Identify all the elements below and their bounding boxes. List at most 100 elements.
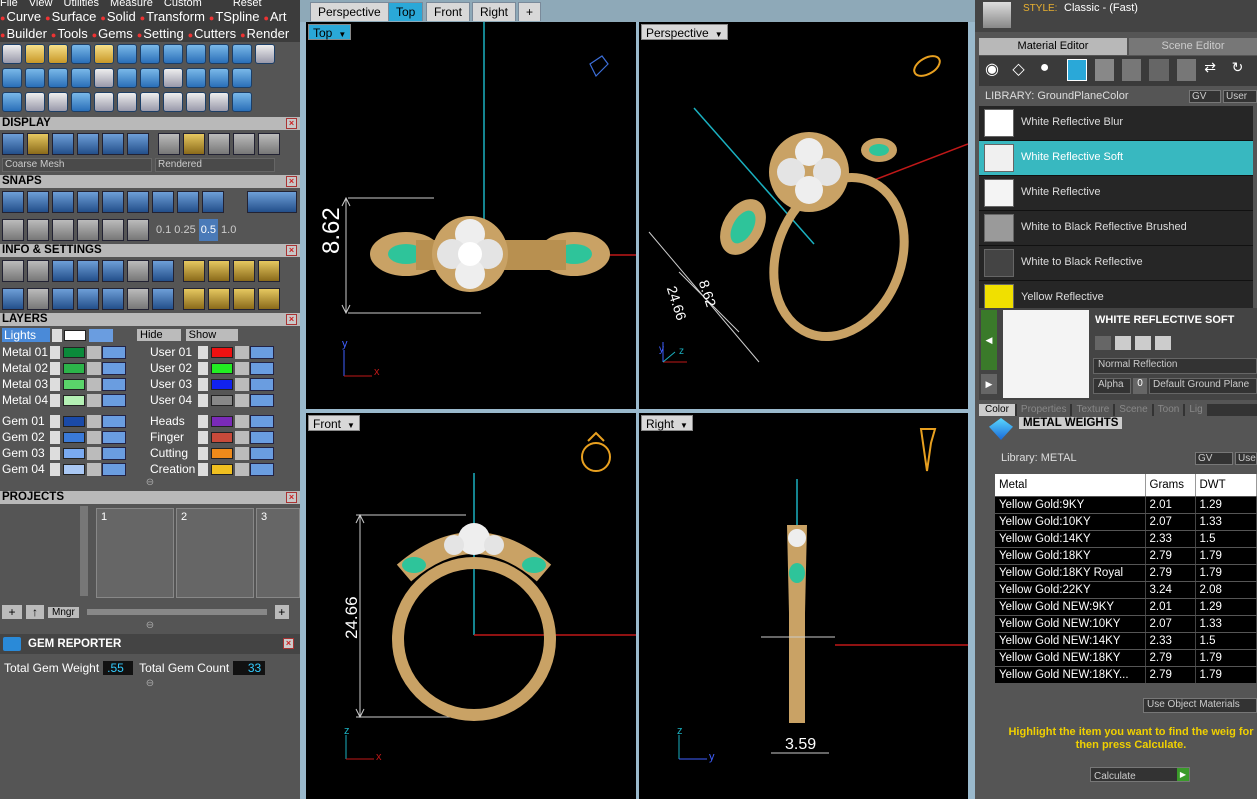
material-item[interactable]: White to Black Reflective Brushed xyxy=(979,211,1253,246)
layer-visible-toggle[interactable] xyxy=(250,446,274,460)
project-slot-3[interactable]: 3 xyxy=(256,508,300,598)
frame-icon[interactable] xyxy=(208,260,230,282)
up-arrow-icon[interactable]: ↑ xyxy=(26,605,44,619)
tab-properties[interactable]: Properties xyxy=(1016,404,1071,416)
play-icon[interactable] xyxy=(50,430,60,444)
lock-icon[interactable] xyxy=(235,377,249,391)
lock-icon[interactable] xyxy=(87,377,101,391)
project-slot-1[interactable]: 1 xyxy=(96,508,174,598)
lock-icon[interactable] xyxy=(235,393,249,407)
layer-row[interactable]: User 03 xyxy=(148,376,296,392)
layer-name[interactable]: Metal 02 xyxy=(0,361,50,375)
gem-icon[interactable]: ◇ xyxy=(1012,59,1031,81)
cube-icon[interactable] xyxy=(2,92,22,112)
layer-visible-toggle[interactable] xyxy=(102,446,126,460)
layer-row[interactable]: Gem 02 xyxy=(0,429,148,445)
alpha-value[interactable]: 0 xyxy=(1133,378,1147,394)
close-icon[interactable]: × xyxy=(286,245,297,256)
snap-value-0[interactable]: 0.1 xyxy=(156,219,171,241)
table-row[interactable]: Yellow Gold:10KY 2.07 1.33 xyxy=(995,513,1257,531)
table-row[interactable]: Yellow Gold:22KY 3.24 2.08 xyxy=(995,581,1257,599)
column-metal[interactable]: Metal xyxy=(995,474,1146,497)
bezel-icon[interactable] xyxy=(117,68,137,88)
viewport-top[interactable]: Top ▼ 8.62 y x xyxy=(306,22,636,409)
layer-row[interactable]: Gem 03 xyxy=(0,445,148,461)
tile-view-icon[interactable] xyxy=(2,288,24,310)
tab-add[interactable]: + xyxy=(518,2,542,21)
layer-row[interactable]: Metal 04 xyxy=(0,392,148,408)
calculate-button[interactable]: Calculate ▶ xyxy=(1090,767,1190,782)
render-icon[interactable] xyxy=(102,133,124,155)
wireframe-icon[interactable] xyxy=(2,133,24,155)
sphere-icon[interactable] xyxy=(158,133,180,155)
category-curve[interactable]: Curve xyxy=(0,8,41,25)
target-alt-icon[interactable] xyxy=(233,288,255,310)
layer-name[interactable]: Metal 01 xyxy=(0,345,50,359)
layer-row[interactable]: Metal 03 xyxy=(0,376,148,392)
pear-gem-icon[interactable] xyxy=(140,68,160,88)
play-icon[interactable] xyxy=(198,414,208,428)
layer-color-swatch[interactable] xyxy=(211,394,233,406)
layer-visible-toggle[interactable] xyxy=(102,393,126,407)
snap-curve-icon[interactable] xyxy=(27,191,49,213)
layer-name[interactable]: User 01 xyxy=(148,345,198,359)
menu-reset[interactable]: Reset xyxy=(233,0,262,8)
cluster-icon[interactable] xyxy=(232,68,252,88)
table-row[interactable]: Yellow Gold:18KY 2.79 1.79 xyxy=(995,547,1257,565)
lock-icon[interactable] xyxy=(235,462,249,476)
frame-alt-icon[interactable] xyxy=(233,260,255,282)
layer-name[interactable]: Heads xyxy=(148,414,198,428)
tab-scene-editor[interactable]: Scene Editor xyxy=(1129,38,1257,55)
gem-cut-icon[interactable] xyxy=(48,68,68,88)
baguette-icon[interactable] xyxy=(71,68,91,88)
layer-name[interactable]: Gem 02 xyxy=(0,430,50,444)
add-project-icon[interactable]: + xyxy=(2,605,22,619)
material-item[interactable]: White Reflective Blur xyxy=(979,106,1253,141)
monitor-icon[interactable] xyxy=(27,288,49,310)
layer-color-swatch[interactable] xyxy=(63,431,85,443)
frame-close-icon[interactable] xyxy=(258,260,280,282)
halo-tool-icon[interactable] xyxy=(186,44,206,64)
play-icon[interactable] xyxy=(198,462,208,476)
properties-icon[interactable] xyxy=(127,288,149,310)
collapse-icon[interactable]: ⊖ xyxy=(0,678,300,692)
category-gems[interactable]: Gems xyxy=(92,25,133,42)
eye-snap-icon[interactable] xyxy=(102,219,124,241)
selected-material-expand-icon[interactable]: ◀ xyxy=(981,310,997,370)
category-builder[interactable]: Builder xyxy=(0,25,46,42)
ground-plane-icon[interactable] xyxy=(1067,59,1087,81)
layer-row[interactable]: Creation xyxy=(148,461,296,477)
layer-visible-toggle[interactable] xyxy=(250,393,274,407)
layer-color-swatch[interactable] xyxy=(211,463,233,475)
snap-point-icon[interactable] xyxy=(77,191,99,213)
builder-tool-icon[interactable] xyxy=(2,44,22,64)
filter-icon[interactable] xyxy=(102,288,124,310)
project-slot-2[interactable]: 2 xyxy=(176,508,254,598)
layer-row[interactable]: Heads xyxy=(148,413,296,429)
layer-name[interactable]: Creation xyxy=(148,462,198,476)
array-icon[interactable] xyxy=(209,92,229,112)
viewport-front-label[interactable]: Front ▼ xyxy=(308,415,360,431)
play-icon[interactable] xyxy=(198,377,208,391)
gem-shape-icon[interactable] xyxy=(2,68,22,88)
drop-icon[interactable]: ◉ xyxy=(985,59,1004,81)
curve-icon[interactable] xyxy=(48,92,68,112)
export-material-icon[interactable] xyxy=(1135,336,1151,350)
layer-name[interactable]: Metal 03 xyxy=(0,377,50,391)
layer-color-swatch[interactable] xyxy=(211,362,233,374)
lock-icon[interactable] xyxy=(235,345,249,359)
ground-plane-select[interactable]: Default Ground Plane xyxy=(1149,378,1257,394)
document-icon[interactable] xyxy=(94,68,114,88)
axis-snap-icon[interactable] xyxy=(127,219,149,241)
move-icon[interactable] xyxy=(94,92,114,112)
mirror-icon[interactable] xyxy=(163,92,183,112)
lock-icon[interactable] xyxy=(235,414,249,428)
menu-utilities[interactable]: Utilities xyxy=(64,0,99,8)
layer-visible-toggle[interactable] xyxy=(250,430,274,444)
grid-tool-icon[interactable] xyxy=(255,44,275,64)
close-icon[interactable]: × xyxy=(286,492,297,503)
layer-name[interactable]: Gem 03 xyxy=(0,446,50,460)
menu-view[interactable]: View xyxy=(29,0,53,8)
snap-perp-icon[interactable] xyxy=(102,191,124,213)
snap-near-icon[interactable] xyxy=(177,191,199,213)
